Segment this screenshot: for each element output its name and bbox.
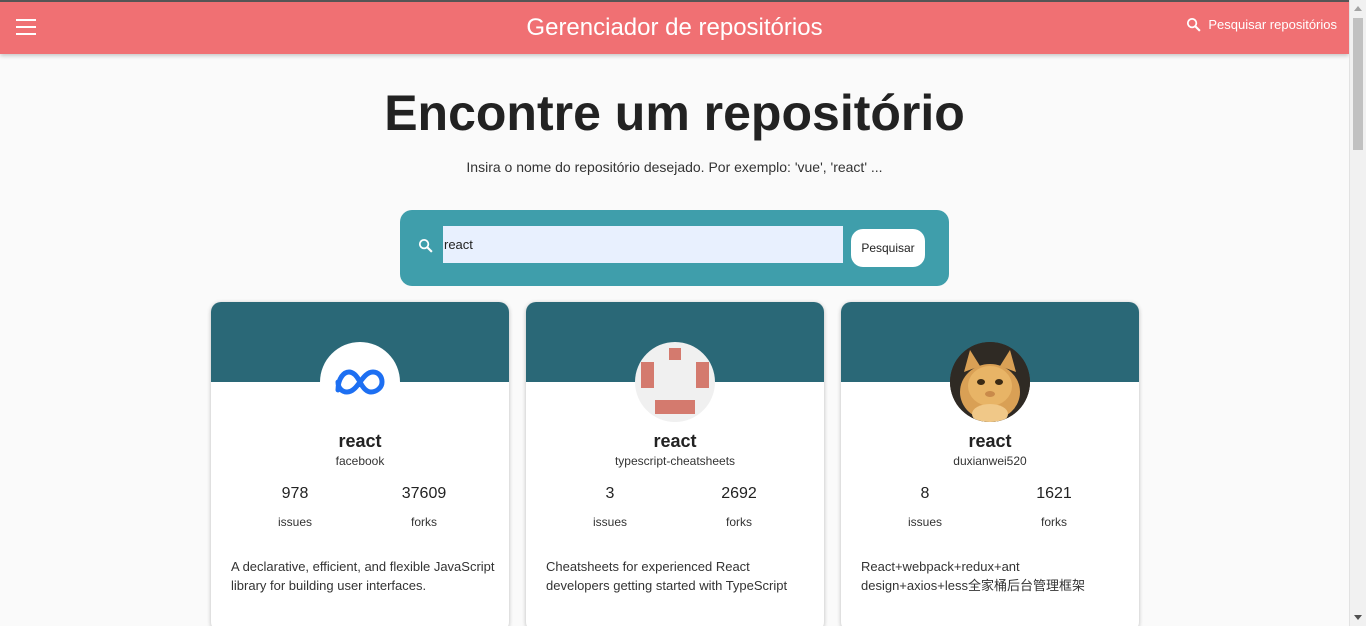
forks-stat: 2692 forks (679, 485, 799, 529)
page-title: Encontre um repositório (384, 85, 965, 141)
scroll-up-arrow-icon[interactable] (1354, 6, 1362, 11)
cat-photo-icon (950, 342, 1030, 422)
identicon-icon (641, 348, 709, 414)
scroll-down-arrow-icon[interactable] (1354, 615, 1362, 620)
menu-icon[interactable] (16, 19, 36, 35)
issues-stat: 978 issues (235, 485, 355, 529)
top-app-bar: Gerenciador de repositórios Pesquisar re… (0, 0, 1349, 54)
app-title: Gerenciador de repositórios (526, 14, 823, 41)
issues-count: 3 (605, 485, 615, 502)
issues-label: issues (277, 515, 312, 529)
search-repos-link[interactable]: Pesquisar repositórios (1185, 16, 1337, 33)
meta-logo-icon (335, 369, 385, 395)
search-icon (418, 238, 433, 253)
forks-count: 1621 (1036, 485, 1072, 502)
issues-stat: 3 issues (550, 485, 670, 529)
repo-description: React+webpack+redux+ant design+axios+les… (861, 559, 1085, 593)
repo-name: react (968, 431, 1012, 451)
repo-description: Cheatsheets for experienced React develo… (546, 559, 788, 593)
issues-label: issues (592, 515, 627, 529)
forks-count: 37609 (401, 485, 447, 502)
scroll-thumb[interactable] (1353, 18, 1363, 150)
forks-label: forks (1040, 515, 1067, 529)
forks-stat: 1621 forks (994, 485, 1114, 529)
issues-stat: 8 issues (865, 485, 985, 529)
issues-label: issues (907, 515, 942, 529)
search-repos-label: Pesquisar repositórios (1208, 17, 1337, 32)
page-scrollbar[interactable] (1349, 0, 1366, 626)
forks-label: forks (725, 515, 752, 529)
search-panel: Pesquisar (400, 210, 949, 286)
issues-count: 8 (920, 485, 930, 502)
repo-description: A declarative, efficient, and flexible J… (231, 559, 495, 593)
repo-owner: facebook (335, 454, 385, 468)
search-button[interactable]: Pesquisar (851, 229, 925, 267)
repo-card[interactable]: react typescript-cheatsheets 3 issues 26… (526, 302, 824, 626)
avatar (635, 342, 715, 422)
avatar (320, 342, 400, 422)
repo-owner: duxianwei520 (953, 454, 1027, 468)
search-input[interactable] (443, 226, 843, 263)
forks-count: 2692 (721, 485, 757, 502)
repo-card[interactable]: react facebook 978 issues 37609 forks A … (211, 302, 509, 626)
forks-stat: 37609 forks (364, 485, 484, 529)
search-icon (1187, 17, 1202, 32)
avatar (950, 342, 1030, 422)
repo-owner: typescript-cheatsheets (614, 454, 736, 468)
issues-count: 978 (281, 485, 309, 502)
forks-label: forks (410, 515, 437, 529)
repo-name: react (338, 431, 382, 451)
page-subtitle: Insira o nome do repositório desejado. P… (466, 159, 883, 175)
repo-card[interactable]: react duxianwei520 8 issues 1621 forks R… (841, 302, 1139, 626)
repo-name: react (653, 431, 697, 451)
